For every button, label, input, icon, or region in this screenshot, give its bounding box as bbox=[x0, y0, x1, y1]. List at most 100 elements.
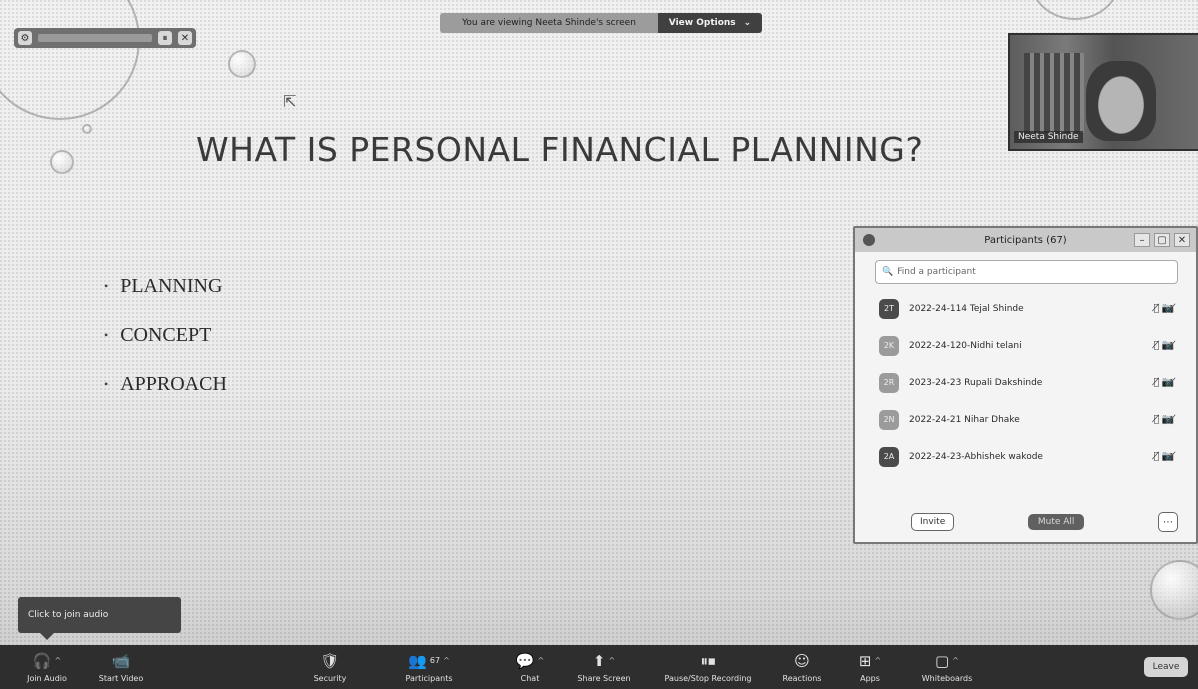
share-screen-label: Share Screen bbox=[577, 674, 631, 683]
view-options-label: View Options bbox=[668, 18, 736, 28]
apps-label: Apps bbox=[860, 674, 880, 683]
screen-share-control[interactable]: ⚙ ⏸ ✕ bbox=[14, 28, 196, 48]
reactions-button[interactable]: ☺ Reactions bbox=[776, 645, 828, 689]
bullet-icon: • bbox=[104, 328, 109, 342]
minimize-icon[interactable]: – bbox=[1134, 233, 1150, 247]
caret-up-icon[interactable]: ^ bbox=[537, 651, 544, 671]
control-bar bbox=[38, 34, 152, 42]
decor-arc bbox=[0, 0, 140, 120]
participant-name: 2022-24-114 Tejal Shinde bbox=[909, 303, 1024, 314]
pause-stop-icon: ⏸⏹ bbox=[700, 652, 716, 670]
decor-bubble bbox=[50, 150, 74, 174]
share-screen-button[interactable]: ⬆ ^ Share Screen bbox=[572, 645, 636, 689]
participant-search-input[interactable]: 🔍 Find a participant bbox=[875, 260, 1178, 284]
slide-bullets: • PLANNING • CONCEPT • APPROACH bbox=[104, 262, 227, 409]
participants-button[interactable]: 👥 67 ^ Participants bbox=[394, 645, 464, 689]
whiteboards-button[interactable]: ▢ ^ Whiteboards bbox=[914, 645, 980, 689]
decor-bubble bbox=[228, 50, 256, 78]
headphones-icon: 🎧 bbox=[32, 652, 52, 670]
whiteboards-label: Whiteboards bbox=[921, 674, 973, 683]
mic-video-muted-icons: 🎙̸📷̸ bbox=[1153, 451, 1178, 462]
search-icon: 🔍 bbox=[882, 267, 894, 277]
caret-up-icon[interactable]: ^ bbox=[443, 651, 450, 671]
participants-label: Participants bbox=[405, 674, 453, 683]
bullet-icon: • bbox=[104, 377, 109, 391]
presenter-name: Neeta Shinde bbox=[1014, 131, 1083, 143]
avatar: 2R bbox=[879, 372, 899, 393]
mic-video-muted-icons: 🎙̸📷̸ bbox=[1153, 303, 1178, 314]
chat-icon: 💬 bbox=[515, 652, 535, 670]
bullet-text: APPROACH bbox=[120, 373, 227, 395]
more-options-icon[interactable]: ⋯ bbox=[1157, 512, 1178, 532]
security-label: Security bbox=[313, 674, 347, 683]
view-options-button[interactable]: View Options ⌄ bbox=[658, 13, 762, 33]
shared-screen: ⚙ ⏸ ✕ You are viewing Neeta Shinde's scr… bbox=[0, 0, 1198, 689]
reactions-label: Reactions bbox=[782, 674, 822, 683]
participant-name: 2022-24-23-Abhishek wakode bbox=[909, 451, 1043, 462]
avatar: 2K bbox=[879, 335, 899, 356]
participant-name: 2022-24-21 Nihar Dhake bbox=[909, 414, 1020, 425]
share-message: You are viewing Neeta Shinde's screen bbox=[440, 13, 658, 33]
presenter-face bbox=[1086, 61, 1156, 141]
reactions-icon: ☺ bbox=[794, 652, 810, 670]
pause-stop-recording-button[interactable]: ⏸⏹ Pause/Stop Recording bbox=[654, 645, 762, 689]
presenter-video-tile[interactable]: Neeta Shinde bbox=[1008, 33, 1198, 151]
close-icon[interactable]: ✕ bbox=[178, 31, 192, 45]
bullet-item: • APPROACH bbox=[104, 360, 227, 409]
apps-button[interactable]: ⊞ ^ Apps bbox=[848, 645, 892, 689]
security-button[interactable]: 🛡 Security bbox=[308, 645, 352, 689]
leave-button[interactable]: Leave bbox=[1144, 657, 1188, 677]
participant-count: 67 bbox=[429, 656, 441, 665]
participant-name: 2022-24-120-Nidhi telani bbox=[909, 340, 1022, 351]
decor-bubble bbox=[1150, 560, 1198, 620]
participant-row[interactable]: 2T 2022-24-114 Tejal Shinde 🎙̸📷̸ bbox=[879, 290, 1178, 327]
caret-up-icon[interactable]: ^ bbox=[874, 651, 881, 671]
search-placeholder: Find a participant bbox=[897, 267, 976, 277]
bullet-icon: • bbox=[104, 279, 109, 293]
avatar: 2N bbox=[879, 409, 899, 430]
whiteboard-icon: ▢ bbox=[935, 652, 950, 670]
bullet-text: PLANNING bbox=[120, 275, 223, 297]
participant-row[interactable]: 2N 2022-24-21 Nihar Dhake 🎙̸📷̸ bbox=[879, 401, 1178, 438]
start-video-button[interactable]: 📹 Start Video bbox=[96, 645, 146, 689]
participant-row[interactable]: 2K 2022-24-120-Nidhi telani 🎙̸📷̸ bbox=[879, 327, 1178, 364]
bullet-item: • CONCEPT bbox=[104, 311, 227, 360]
caret-up-icon[interactable]: ^ bbox=[54, 651, 61, 671]
participant-row[interactable]: 2R 2023-24-23 Rupali Dakshinde 🎙̸📷̸ bbox=[879, 364, 1178, 401]
avatar: 2T bbox=[879, 298, 899, 319]
window-controls: – ▢ ✕ bbox=[1134, 233, 1190, 247]
gear-icon[interactable]: ⚙ bbox=[18, 31, 32, 45]
caret-up-icon[interactable]: ^ bbox=[952, 651, 959, 671]
start-video-label: Start Video bbox=[98, 674, 144, 683]
mic-video-muted-icons: 🎙̸📷̸ bbox=[1153, 377, 1178, 388]
participant-name: 2023-24-23 Rupali Dakshinde bbox=[909, 377, 1043, 388]
pause-icon[interactable]: ⏸ bbox=[158, 31, 172, 45]
join-audio-button[interactable]: 🎧 ^ Join Audio bbox=[22, 645, 72, 689]
decor-arc bbox=[1030, 0, 1120, 20]
bullet-text: CONCEPT bbox=[120, 324, 212, 346]
chat-button[interactable]: 💬 ^ Chat bbox=[510, 645, 550, 689]
video-off-icon: 📹 bbox=[111, 652, 131, 670]
caret-up-icon[interactable]: ^ bbox=[608, 651, 615, 671]
pause-stop-recording-label: Pause/Stop Recording bbox=[664, 674, 752, 683]
panel-footer: Invite Mute All ⋯ bbox=[855, 512, 1196, 532]
chat-label: Chat bbox=[520, 674, 540, 683]
slide-title: WHAT IS PERSONAL FINANCIAL PLANNING? bbox=[196, 130, 924, 169]
restore-icon[interactable]: ▢ bbox=[1154, 233, 1170, 247]
avatar: 2A bbox=[879, 446, 899, 467]
close-icon[interactable]: ✕ bbox=[1174, 233, 1190, 247]
join-audio-tooltip[interactable]: Click to join audio bbox=[18, 597, 181, 640]
participant-row[interactable]: 2A 2022-24-23-Abhishek wakode 🎙̸📷̸ bbox=[879, 438, 1178, 475]
chevron-down-icon: ⌄ bbox=[743, 18, 752, 28]
share-screen-icon: ⬆ bbox=[592, 652, 606, 670]
bullet-item: • PLANNING bbox=[104, 262, 227, 311]
participants-icon: 👥 bbox=[408, 652, 427, 670]
meeting-toolbar: 🎧 ^ Join Audio 📹 Start Video 🛡 Security 👥… bbox=[0, 645, 1198, 689]
join-audio-label: Join Audio bbox=[27, 674, 67, 683]
mic-video-muted-icons: 🎙̸📷̸ bbox=[1153, 414, 1178, 425]
share-info-bar: You are viewing Neeta Shinde's screen Vi… bbox=[440, 13, 762, 33]
mute-all-button[interactable]: Mute All bbox=[1027, 514, 1085, 530]
invite-button[interactable]: Invite bbox=[911, 513, 955, 531]
participants-panel: Participants (67) – ▢ ✕ 🔍 Find a partici… bbox=[853, 226, 1198, 544]
mic-video-muted-icons: 🎙̸📷̸ bbox=[1153, 340, 1178, 351]
